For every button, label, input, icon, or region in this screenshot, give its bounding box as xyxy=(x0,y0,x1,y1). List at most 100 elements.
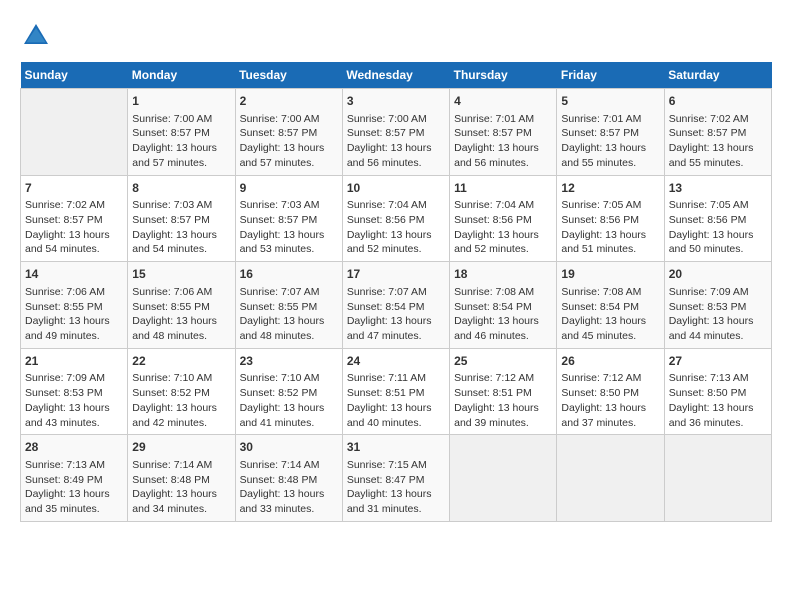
day-info: Sunrise: 7:04 AM Sunset: 8:56 PM Dayligh… xyxy=(347,198,445,257)
day-number: 11 xyxy=(454,180,552,197)
day-info: Sunrise: 7:00 AM Sunset: 8:57 PM Dayligh… xyxy=(347,112,445,171)
calendar-cell: 20 Sunrise: 7:09 AM Sunset: 8:53 PM Dayli… xyxy=(664,262,771,349)
calendar-cell: 8Sunrise: 7:03 AM Sunset: 8:57 PM Daylig… xyxy=(128,175,235,262)
day-number: 31 xyxy=(347,439,445,456)
calendar-cell: 22Sunrise: 7:10 AM Sunset: 8:52 PM Dayli… xyxy=(128,348,235,435)
day-number: 16 xyxy=(240,266,338,283)
day-info: Sunrise: 7:08 AM Sunset: 8:54 PM Dayligh… xyxy=(561,285,659,344)
day-info: Sunrise: 7:14 AM Sunset: 8:48 PM Dayligh… xyxy=(132,458,230,517)
calendar-cell: 15 Sunrise: 7:06 AM Sunset: 8:55 PM Dayli… xyxy=(128,262,235,349)
calendar-cell: 5 Sunrise: 7:01 AM Sunset: 8:57 PM Daylig… xyxy=(557,89,664,176)
day-number: 21 xyxy=(25,353,123,370)
calendar-cell: 23Sunrise: 7:10 AM Sunset: 8:52 PM Dayli… xyxy=(235,348,342,435)
weekday-header: Sunday xyxy=(21,62,128,89)
day-number: 3 xyxy=(347,93,445,110)
day-info: Sunrise: 7:04 AM Sunset: 8:56 PM Dayligh… xyxy=(454,198,552,257)
calendar-row: 1 Sunrise: 7:00 AM Sunset: 8:57 PM Daylig… xyxy=(21,89,772,176)
day-info: Sunrise: 7:01 AM Sunset: 8:57 PM Dayligh… xyxy=(561,112,659,171)
day-info: Sunrise: 7:00 AM Sunset: 8:57 PM Dayligh… xyxy=(132,112,230,171)
day-info: Sunrise: 7:15 AM Sunset: 8:47 PM Dayligh… xyxy=(347,458,445,517)
day-info: Sunrise: 7:01 AM Sunset: 8:57 PM Dayligh… xyxy=(454,112,552,171)
day-info: Sunrise: 7:06 AM Sunset: 8:55 PM Dayligh… xyxy=(25,285,123,344)
weekday-header: Monday xyxy=(128,62,235,89)
day-number: 30 xyxy=(240,439,338,456)
day-number: 17 xyxy=(347,266,445,283)
calendar-cell xyxy=(664,435,771,522)
header-row: SundayMondayTuesdayWednesdayThursdayFrid… xyxy=(21,62,772,89)
day-info: Sunrise: 7:03 AM Sunset: 8:57 PM Dayligh… xyxy=(240,198,338,257)
day-number: 28 xyxy=(25,439,123,456)
calendar-cell: 25Sunrise: 7:12 AM Sunset: 8:51 PM Dayli… xyxy=(450,348,557,435)
day-info: Sunrise: 7:14 AM Sunset: 8:48 PM Dayligh… xyxy=(240,458,338,517)
calendar-cell: 11Sunrise: 7:04 AM Sunset: 8:56 PM Dayli… xyxy=(450,175,557,262)
calendar-table: SundayMondayTuesdayWednesdayThursdayFrid… xyxy=(20,62,772,522)
logo-icon xyxy=(20,20,52,52)
day-number: 29 xyxy=(132,439,230,456)
day-info: Sunrise: 7:12 AM Sunset: 8:51 PM Dayligh… xyxy=(454,371,552,430)
day-number: 10 xyxy=(347,180,445,197)
day-number: 20 xyxy=(669,266,767,283)
day-number: 27 xyxy=(669,353,767,370)
day-number: 5 xyxy=(561,93,659,110)
day-number: 22 xyxy=(132,353,230,370)
weekday-header: Friday xyxy=(557,62,664,89)
calendar-cell: 27Sunrise: 7:13 AM Sunset: 8:50 PM Dayli… xyxy=(664,348,771,435)
day-info: Sunrise: 7:13 AM Sunset: 8:49 PM Dayligh… xyxy=(25,458,123,517)
calendar-cell: 10Sunrise: 7:04 AM Sunset: 8:56 PM Dayli… xyxy=(342,175,449,262)
day-info: Sunrise: 7:09 AM Sunset: 8:53 PM Dayligh… xyxy=(25,371,123,430)
calendar-cell: 17 Sunrise: 7:07 AM Sunset: 8:54 PM Dayli… xyxy=(342,262,449,349)
day-number: 8 xyxy=(132,180,230,197)
calendar-row: 14Sunrise: 7:06 AM Sunset: 8:55 PM Dayli… xyxy=(21,262,772,349)
day-number: 4 xyxy=(454,93,552,110)
day-info: Sunrise: 7:10 AM Sunset: 8:52 PM Dayligh… xyxy=(132,371,230,430)
day-info: Sunrise: 7:10 AM Sunset: 8:52 PM Dayligh… xyxy=(240,371,338,430)
day-info: Sunrise: 7:08 AM Sunset: 8:54 PM Dayligh… xyxy=(454,285,552,344)
weekday-header: Tuesday xyxy=(235,62,342,89)
calendar-cell: 30 Sunrise: 7:14 AM Sunset: 8:48 PM Dayli… xyxy=(235,435,342,522)
calendar-cell: 4 Sunrise: 7:01 AM Sunset: 8:57 PM Daylig… xyxy=(450,89,557,176)
day-number: 9 xyxy=(240,180,338,197)
day-info: Sunrise: 7:03 AM Sunset: 8:57 PM Dayligh… xyxy=(132,198,230,257)
calendar-cell: 31 Sunrise: 7:15 AM Sunset: 8:47 PM Dayli… xyxy=(342,435,449,522)
day-number: 25 xyxy=(454,353,552,370)
weekday-header: Saturday xyxy=(664,62,771,89)
calendar-row: 21Sunrise: 7:09 AM Sunset: 8:53 PM Dayli… xyxy=(21,348,772,435)
calendar-cell: 9Sunrise: 7:03 AM Sunset: 8:57 PM Daylig… xyxy=(235,175,342,262)
calendar-cell: 18 Sunrise: 7:08 AM Sunset: 8:54 PM Dayli… xyxy=(450,262,557,349)
calendar-cell xyxy=(557,435,664,522)
day-number: 19 xyxy=(561,266,659,283)
day-number: 23 xyxy=(240,353,338,370)
calendar-cell: 29 Sunrise: 7:14 AM Sunset: 8:48 PM Dayli… xyxy=(128,435,235,522)
day-info: Sunrise: 7:11 AM Sunset: 8:51 PM Dayligh… xyxy=(347,371,445,430)
calendar-cell: 3 Sunrise: 7:00 AM Sunset: 8:57 PM Daylig… xyxy=(342,89,449,176)
day-number: 15 xyxy=(132,266,230,283)
day-info: Sunrise: 7:06 AM Sunset: 8:55 PM Dayligh… xyxy=(132,285,230,344)
weekday-header: Thursday xyxy=(450,62,557,89)
day-info: Sunrise: 7:07 AM Sunset: 8:54 PM Dayligh… xyxy=(347,285,445,344)
weekday-header: Wednesday xyxy=(342,62,449,89)
calendar-cell: 28 Sunrise: 7:13 AM Sunset: 8:49 PM Dayli… xyxy=(21,435,128,522)
day-info: Sunrise: 7:07 AM Sunset: 8:55 PM Dayligh… xyxy=(240,285,338,344)
day-number: 18 xyxy=(454,266,552,283)
day-info: Sunrise: 7:05 AM Sunset: 8:56 PM Dayligh… xyxy=(669,198,767,257)
calendar-body: 1 Sunrise: 7:00 AM Sunset: 8:57 PM Daylig… xyxy=(21,89,772,522)
page-header xyxy=(20,20,772,52)
calendar-row: 28 Sunrise: 7:13 AM Sunset: 8:49 PM Dayli… xyxy=(21,435,772,522)
logo xyxy=(20,20,56,52)
calendar-cell: 6 Sunrise: 7:02 AM Sunset: 8:57 PM Daylig… xyxy=(664,89,771,176)
calendar-cell: 26Sunrise: 7:12 AM Sunset: 8:50 PM Dayli… xyxy=(557,348,664,435)
calendar-cell: 13Sunrise: 7:05 AM Sunset: 8:56 PM Dayli… xyxy=(664,175,771,262)
day-number: 1 xyxy=(132,93,230,110)
calendar-cell: 21Sunrise: 7:09 AM Sunset: 8:53 PM Dayli… xyxy=(21,348,128,435)
day-number: 6 xyxy=(669,93,767,110)
day-number: 12 xyxy=(561,180,659,197)
calendar-cell: 14Sunrise: 7:06 AM Sunset: 8:55 PM Dayli… xyxy=(21,262,128,349)
day-number: 2 xyxy=(240,93,338,110)
calendar-header: SundayMondayTuesdayWednesdayThursdayFrid… xyxy=(21,62,772,89)
day-number: 13 xyxy=(669,180,767,197)
day-info: Sunrise: 7:02 AM Sunset: 8:57 PM Dayligh… xyxy=(669,112,767,171)
calendar-cell: 2Sunrise: 7:00 AM Sunset: 8:57 PM Daylig… xyxy=(235,89,342,176)
day-info: Sunrise: 7:02 AM Sunset: 8:57 PM Dayligh… xyxy=(25,198,123,257)
day-number: 7 xyxy=(25,180,123,197)
day-info: Sunrise: 7:09 AM Sunset: 8:53 PM Dayligh… xyxy=(669,285,767,344)
